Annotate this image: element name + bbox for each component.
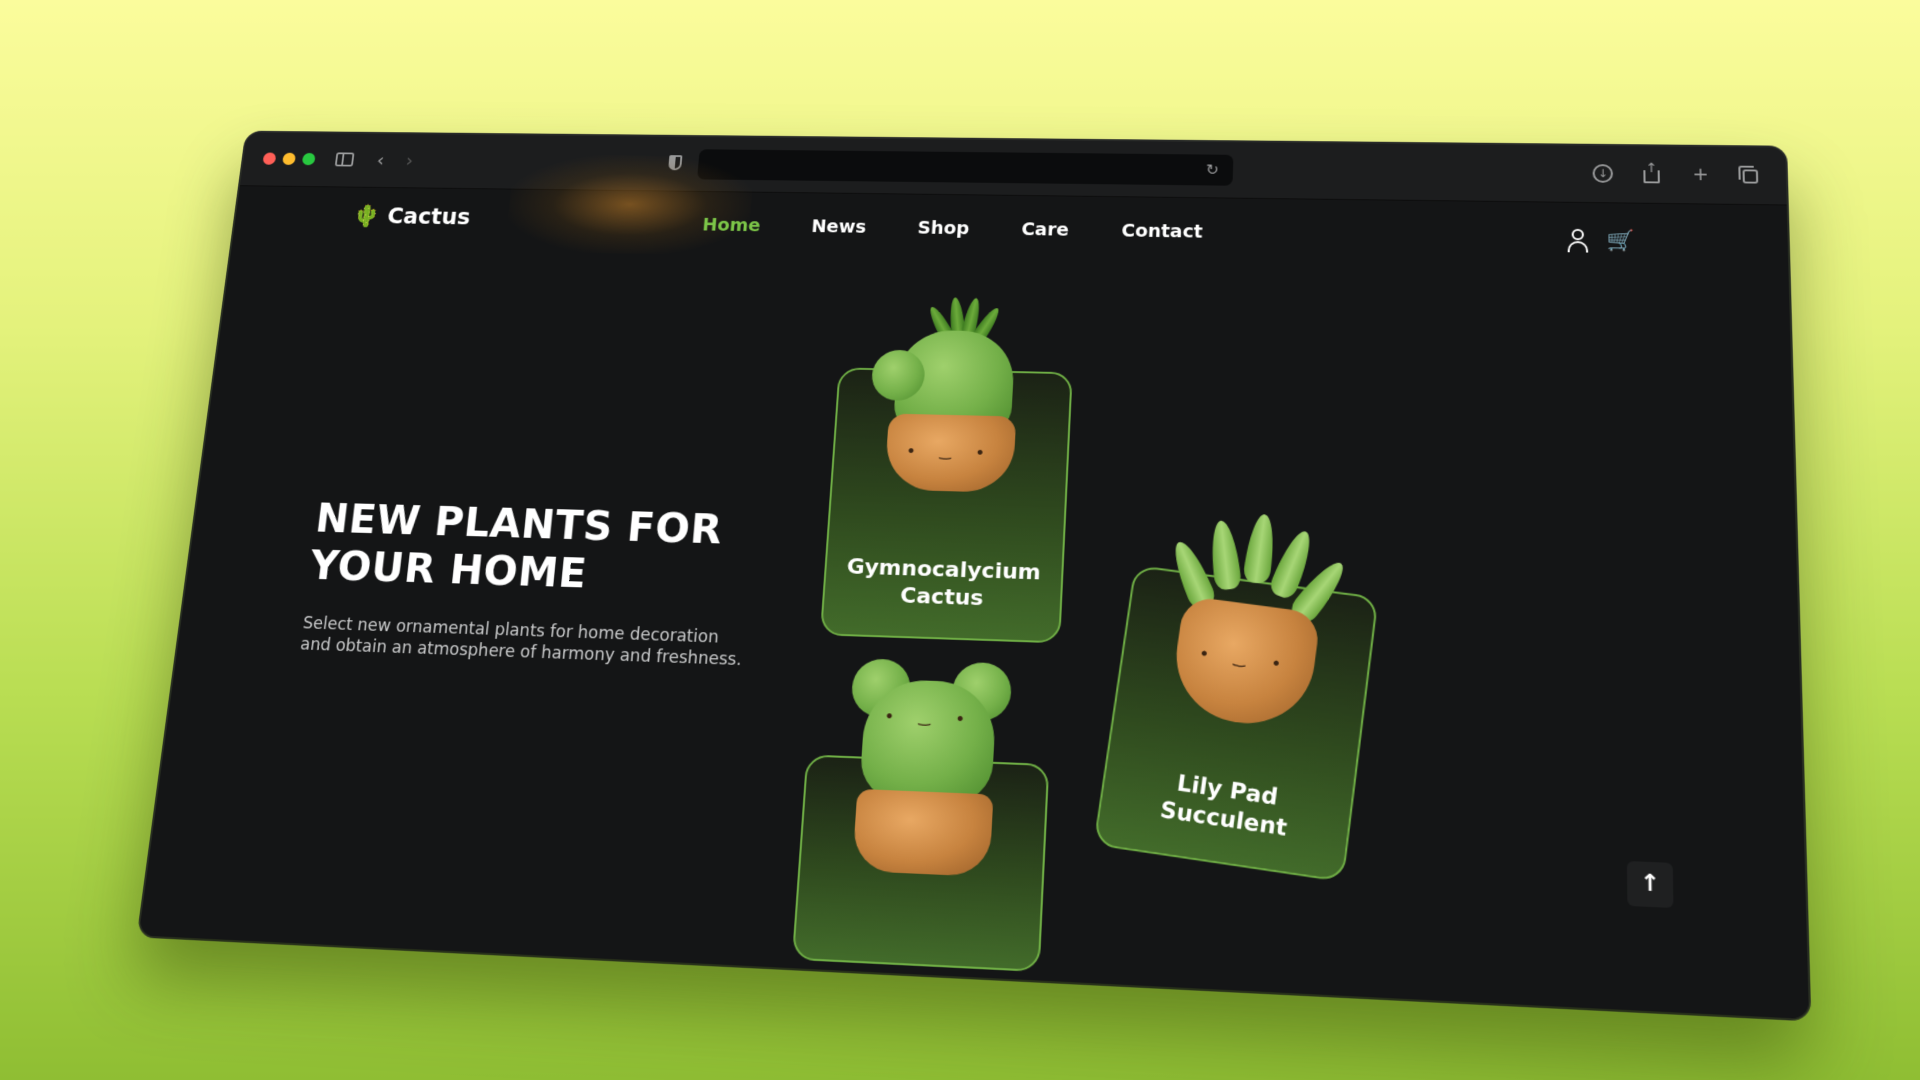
logo-text: Cactus [386, 204, 472, 230]
nav-item-home[interactable]: Home [702, 215, 762, 236]
reload-icon[interactable]: ↻ [1197, 156, 1227, 184]
plant-card-lily-pad[interactable]: • ‿ • Lily Pad Succulent [1093, 565, 1378, 882]
plant-card-gymnocalycium[interactable]: • ‿ • Gymnocalycium Cactus [820, 367, 1073, 643]
nav-item-news[interactable]: News [811, 217, 867, 238]
nav-item-shop[interactable]: Shop [917, 218, 970, 239]
bunny-ear-cactus-image: • ‿ • [817, 657, 1034, 899]
toolbar-right-actions: ↓ ↑ + [1587, 159, 1765, 191]
scroll-to-top-button[interactable]: ↑ [1627, 861, 1674, 908]
lily-pad-succulent-image: • ‿ • [1142, 503, 1357, 756]
nav-item-contact[interactable]: Contact [1121, 221, 1203, 242]
card-label: Gymnocalycium Cactus [824, 553, 1062, 615]
cactus-logo-icon: 🌵 [352, 204, 382, 227]
close-window-button[interactable] [262, 153, 276, 165]
maximize-window-button[interactable] [302, 153, 316, 165]
header-actions: 🛒 [1566, 229, 1634, 254]
address-bar[interactable]: ↻ [697, 149, 1233, 185]
tabs-icon[interactable] [1734, 160, 1766, 190]
decorative-glow [504, 154, 755, 255]
plant-card-bunny-cactus[interactable]: • ‿ • [792, 754, 1050, 972]
minimize-window-button[interactable] [282, 153, 296, 165]
download-icon[interactable]: ↓ [1587, 159, 1618, 189]
arrow-up-icon: ↑ [1640, 870, 1661, 898]
site-logo[interactable]: 🌵 Cactus [352, 203, 472, 229]
nav-item-care[interactable]: Care [1021, 220, 1069, 241]
chevron-left-icon[interactable]: ‹ [365, 146, 395, 174]
hero-title: NEW PLANTS FOR YOUR HOME [307, 495, 814, 605]
web-page: 🌵 Cactus Home News Shop Care Contact 🛒 N… [139, 186, 1809, 1019]
sidebar-icon[interactable] [329, 145, 359, 173]
chevron-right-icon[interactable]: › [394, 146, 424, 174]
cart-icon[interactable]: 🛒 [1606, 229, 1633, 254]
share-icon[interactable]: ↑ [1636, 159, 1667, 189]
gymnocalycium-cactus-image: • ‿ • [848, 296, 1056, 517]
browser-window: ‹ › ↻ ↓ ↑ + 🌵 Cactus Home News Shop Care… [139, 132, 1809, 1019]
card-label: Lily Pad Succulent [1100, 760, 1352, 853]
plus-icon[interactable]: + [1685, 160, 1716, 190]
card-label [796, 931, 1039, 943]
stage: ‹ › ↻ ↓ ↑ + 🌵 Cactus Home News Shop Care… [0, 0, 1920, 1080]
user-icon[interactable] [1566, 229, 1591, 254]
hero-description: Select new ornamental plants for home de… [299, 613, 756, 671]
main-nav: Home News Shop Care Contact [702, 215, 1203, 242]
